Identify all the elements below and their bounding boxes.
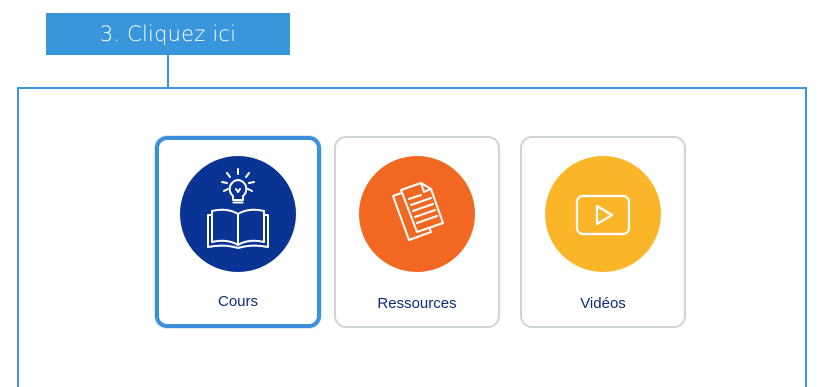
card-cours[interactable]: Cours	[155, 136, 321, 328]
videos-icon-circle	[545, 156, 661, 272]
cours-icon-circle	[180, 156, 296, 272]
card-label-videos: Vidéos	[580, 295, 626, 312]
instruction-callout: 3. Cliquez ici	[46, 13, 290, 55]
card-ressources[interactable]: Ressources	[334, 136, 500, 328]
open-book-lightbulb-icon	[207, 168, 269, 249]
card-videos[interactable]: Vidéos	[520, 136, 686, 328]
ressources-icon-circle	[359, 156, 475, 272]
card-label-cours: Cours	[217, 293, 258, 310]
callout-connector	[167, 55, 169, 88]
card-label-ressources: Ressources	[377, 295, 457, 312]
video-play-icon	[575, 194, 631, 236]
callout-label: 3. Cliquez ici	[99, 22, 237, 46]
documents-icon	[392, 182, 444, 241]
